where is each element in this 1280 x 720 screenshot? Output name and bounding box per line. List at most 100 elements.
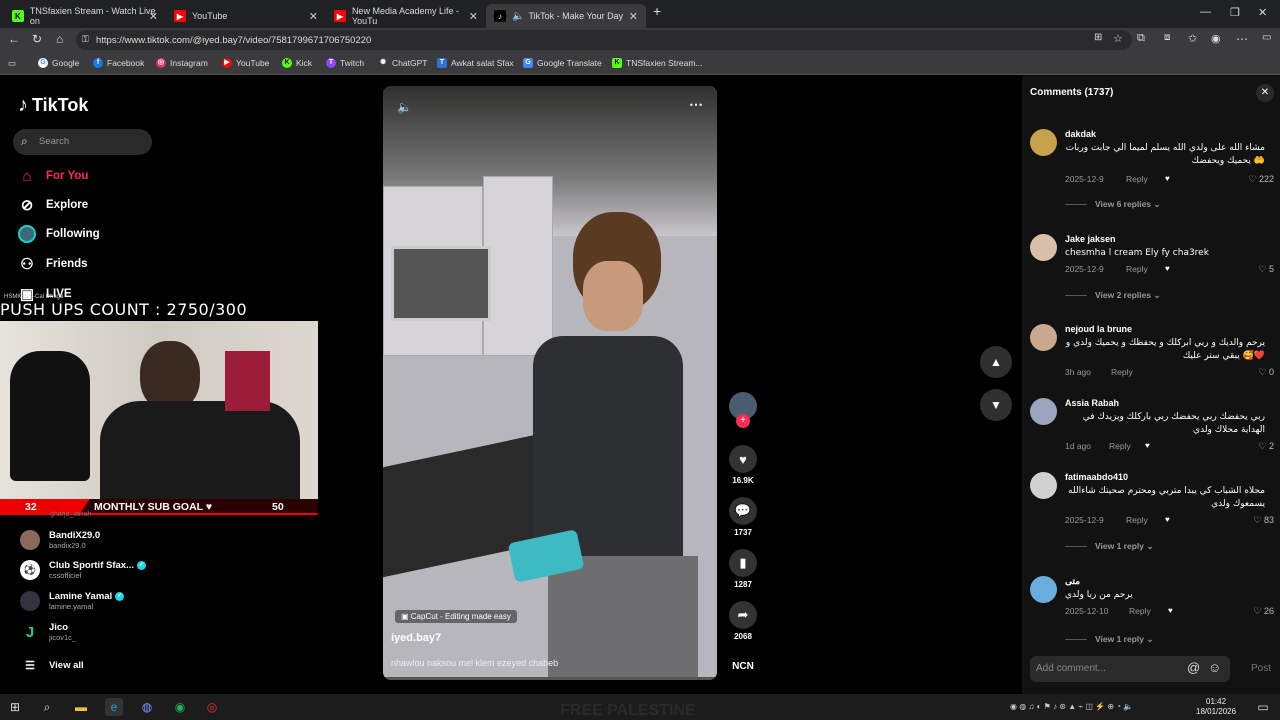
following-account-bandix[interactable]: BandiX29.0 bandix29.0 [20,530,100,550]
bookmark-twitch[interactable]: T Twitch [326,58,364,68]
comment-like-button[interactable]: ♡ 83 [1253,515,1274,526]
close-window-button[interactable]: ✕ [1258,6,1267,19]
close-tab-icon[interactable]: ✕ [149,10,158,23]
view-replies-button[interactable]: View 1 reply ⌄ [1065,541,1153,552]
bookmark-facebook[interactable]: f Facebook [93,58,144,68]
avatar[interactable] [1030,234,1057,261]
author-avatar-button[interactable]: + [728,392,758,428]
video-progress-track[interactable] [383,677,717,680]
avatar[interactable] [1030,472,1057,499]
capcut-badge[interactable]: ▣ CapCut - Editing made easy [395,610,517,623]
favorite-star-icon[interactable]: ☆ [1113,32,1123,45]
reply-button[interactable]: Reply [1111,367,1133,377]
avatar[interactable] [1030,576,1057,603]
share-button[interactable]: ➦ 2068 [728,601,758,641]
reply-button[interactable]: Reply [1109,441,1131,451]
follow-plus-icon[interactable]: + [736,414,750,428]
refresh-icon[interactable]: ↻ [32,32,42,46]
avatar[interactable] [1030,324,1057,351]
add-comment-input[interactable]: Add comment... @ ☺ [1030,656,1230,682]
search-icon[interactable]: ⌕ [38,698,56,716]
avatar[interactable] [1030,398,1057,425]
reply-button[interactable]: Reply [1126,264,1148,274]
comment-user[interactable]: fatimaabdo410 [1065,472,1128,482]
close-tab-icon[interactable]: ✕ [469,10,478,23]
app-available-icon[interactable]: ⊞ [1094,32,1102,43]
comment-like-button[interactable]: ♡ 222 [1248,174,1274,185]
comment-like-button[interactable]: ♡ 26 [1253,606,1274,617]
comment-user[interactable]: متى [1065,576,1080,587]
tab-tiktok[interactable]: ♪ 🔈 TikTok - Make Your Day ✕ [486,4,646,28]
minimize-button[interactable]: — [1200,6,1211,18]
comment-user[interactable]: Assia Rabah [1065,398,1119,408]
notification-icon[interactable]: ▭ [1254,698,1272,716]
bookmark-tnsfaxien[interactable]: K TNSfaxien Stream... [612,58,703,68]
close-tab-icon[interactable]: ✕ [309,10,318,23]
like-button[interactable]: ♥ 16.9K [728,445,758,485]
mention-icon[interactable]: @ [1187,660,1200,675]
back-icon[interactable]: ← [8,32,20,46]
comment-like-button[interactable]: ♡ 2 [1258,441,1274,452]
previous-video-button[interactable]: ▲ [980,346,1012,378]
obs-icon[interactable]: ◎ [203,698,221,716]
bookmark-instagram[interactable]: ◎ Instagram [156,58,208,68]
file-explorer-icon[interactable]: ▬ [72,698,90,716]
url-field[interactable]: ⚿ https://www.tiktok.com/@iyed.bay7/vide… [76,30,1132,50]
comment-button[interactable]: 💬 1737 [728,497,758,537]
reply-button[interactable]: Reply [1129,606,1151,616]
tab-new-media-academy[interactable]: ▶ New Media Academy Life - YouTu ✕ [326,4,486,28]
new-tab-button[interactable]: + [653,3,661,19]
comment-user[interactable]: nejoud la brune [1065,324,1132,334]
favorites-icon[interactable]: ✩ [1188,32,1197,45]
search-input[interactable]: ⌕ Search [13,129,152,155]
close-comments-button[interactable]: ✕ [1256,84,1274,102]
edge-browser-icon[interactable]: e [105,698,123,716]
extensions-icon[interactable]: ⧉ [1137,32,1145,45]
emoji-icon[interactable]: ☺ [1208,660,1221,675]
windows-start-icon[interactable]: ⊞ [6,698,24,716]
reading-list-icon[interactable]: ▭ [8,58,16,69]
split-screen-icon[interactable]: ⧈ [1164,32,1170,43]
spotify-icon[interactable]: ◉ [171,698,189,716]
reply-button[interactable]: Reply [1126,174,1148,184]
nav-explore[interactable]: ⊘ Explore [18,196,88,214]
reply-button[interactable]: Reply [1126,515,1148,525]
more-menu-icon[interactable]: ⋯ [1236,32,1248,46]
taskbar-clock[interactable]: 01:42 18/01/2026 [1196,697,1236,717]
comment-user[interactable]: dakdak [1065,129,1096,139]
nav-for-you[interactable]: ⌂ For You [18,167,88,185]
close-tab-icon[interactable]: ✕ [629,10,638,23]
following-account-css[interactable]: ⚽ Club Sportif Sfax... ✓ cssofficiel [20,560,146,580]
tiktok-logo[interactable]: ♪ TikTok [18,94,88,117]
bookmark-chatgpt[interactable]: ✺ ChatGPT [378,58,427,68]
profile-icon[interactable]: ◉ [1211,32,1221,45]
tab-tnsfaxien[interactable]: K TNSfaxien Stream - Watch Live on ✕ [4,4,166,28]
bookmark-youtube[interactable]: ▶ YouTube [222,58,269,68]
following-account-jico[interactable]: J Jico jicov1c_ [20,622,76,642]
post-comment-button[interactable]: Post [1251,663,1271,674]
view-replies-button[interactable]: View 2 replies ⌄ [1065,290,1161,301]
comment-like-button[interactable]: ♡ 5 [1258,264,1274,275]
view-all-link[interactable]: ☰ View all [20,655,84,675]
bookmark-kick[interactable]: K Kick [282,58,312,68]
bookmark-google-translate[interactable]: G Google Translate [523,58,602,68]
comment-user[interactable]: Jake jaksen [1065,234,1116,244]
more-options-icon[interactable]: ⋯ [689,96,703,113]
discord-icon[interactable]: ◍ [138,698,156,716]
home-icon[interactable]: ⌂ [56,32,63,46]
view-replies-button[interactable]: View 6 replies ⌄ [1065,199,1161,210]
system-tray-icons[interactable]: ◉ ◍ ♫ ◐ ⚑ ♪ ⊛ ▲ ⌁ ◫ ⚡ ⊕ ◔ 🔈 [1010,702,1133,711]
sidebar-toggle-icon[interactable]: ▭ [1262,32,1271,43]
save-button[interactable]: ▮ 1287 [728,549,758,589]
avatar[interactable] [1030,129,1057,156]
video-player[interactable]: 🔈 ⋯ ▣ CapCut - Editing made easy iyed.ba… [383,86,717,680]
bookmark-awkat-salat[interactable]: T Awkat salat Sfax [437,58,514,68]
video-author[interactable]: iyed.bay7 [391,632,441,644]
following-account-lamine[interactable]: Lamine Yamal ✓ lamine.yamal [20,591,125,611]
bookmark-google[interactable]: G Google [38,58,79,68]
next-video-button[interactable]: ▼ [980,389,1012,421]
nav-friends[interactable]: ⚇ Friends [18,255,87,273]
nav-following[interactable]: Following [18,225,100,243]
view-replies-button[interactable]: View 1 reply ⌄ [1065,634,1153,645]
comment-like-button[interactable]: ♡ 0 [1258,367,1274,378]
